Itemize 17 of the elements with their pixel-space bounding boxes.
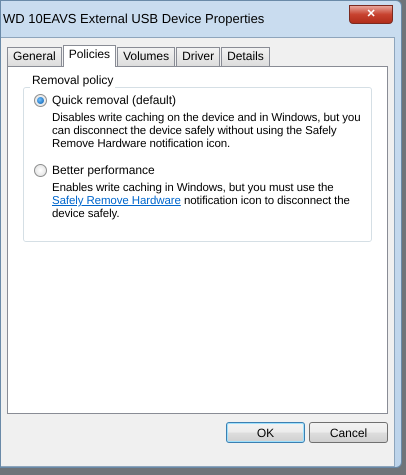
window-title: WD 10EAVS External USB Device Properties (3, 10, 264, 28)
radio-button[interactable] (34, 164, 47, 176)
dialog-button[interactable]: OK (226, 422, 305, 443)
tab[interactable]: Policies (62, 45, 116, 67)
option-description: Enables write caching in Windows, but you must use the Safely Remove Hardware notification icon to disconnect the device safely. (52, 182, 351, 221)
tab[interactable]: Details (221, 47, 270, 66)
radio-button[interactable] (34, 94, 47, 106)
tab[interactable]: Driver (176, 47, 220, 66)
tab[interactable]: General (7, 47, 62, 66)
option-description: Disables write caching on the device and in Windows, but you can disconnect the device safely without using the Safely Remove Hardware notification icon. (52, 112, 361, 151)
option-label[interactable]: Better performance (52, 161, 155, 179)
safely-remove-link[interactable]: Safely Remove Hardware (52, 195, 181, 207)
group-title: Removal policy (31, 74, 114, 86)
option-label[interactable]: Quick removal (default) (52, 91, 176, 109)
tab[interactable]: Volumes (117, 47, 176, 66)
close-button[interactable]: ✕ (349, 5, 393, 24)
dialog-button[interactable]: Cancel (309, 422, 388, 443)
